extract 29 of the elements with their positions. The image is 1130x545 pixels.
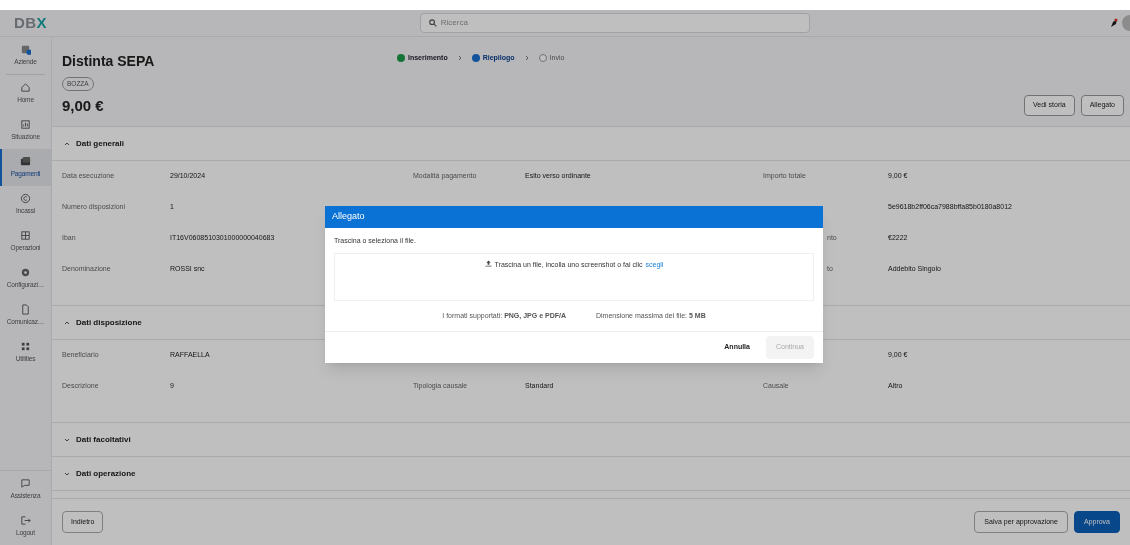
chevron-icon[interactable] (64, 437, 70, 442)
cards-icon (20, 156, 31, 168)
section-title[interactable]: Dati facoltativi (76, 433, 131, 446)
coin-icon (20, 193, 31, 205)
document-icon (20, 304, 31, 316)
chart-icon (20, 119, 31, 131)
apps-icon (20, 341, 31, 353)
section-title[interactable]: Dati disposizione (76, 316, 142, 329)
section-title[interactable]: Dati operazione (76, 467, 136, 480)
logout-icon (20, 515, 31, 527)
chevron-right-icon (457, 55, 462, 62)
gear-icon (20, 267, 31, 279)
chevron-right-icon (524, 55, 529, 62)
search-field[interactable]: Ricerca (420, 13, 810, 33)
chevron-icon[interactable] (64, 141, 70, 146)
section-title[interactable]: Dati generali (76, 137, 124, 150)
chevron-icon[interactable] (64, 320, 70, 325)
search-input[interactable]: Ricerca (440, 17, 801, 29)
grid-icon (20, 230, 31, 242)
search-icon (429, 19, 437, 27)
home-icon (20, 82, 31, 94)
app-logo: DBX (14, 12, 47, 33)
building-icon (20, 44, 31, 56)
page-title: Distinta SEPA (62, 52, 155, 71)
dialog-title: Allegato (332, 210, 365, 224)
chevron-icon[interactable] (64, 471, 70, 476)
upload-icon (484, 259, 492, 267)
chat-icon (20, 478, 31, 490)
amount: 9,00 € (62, 96, 104, 116)
